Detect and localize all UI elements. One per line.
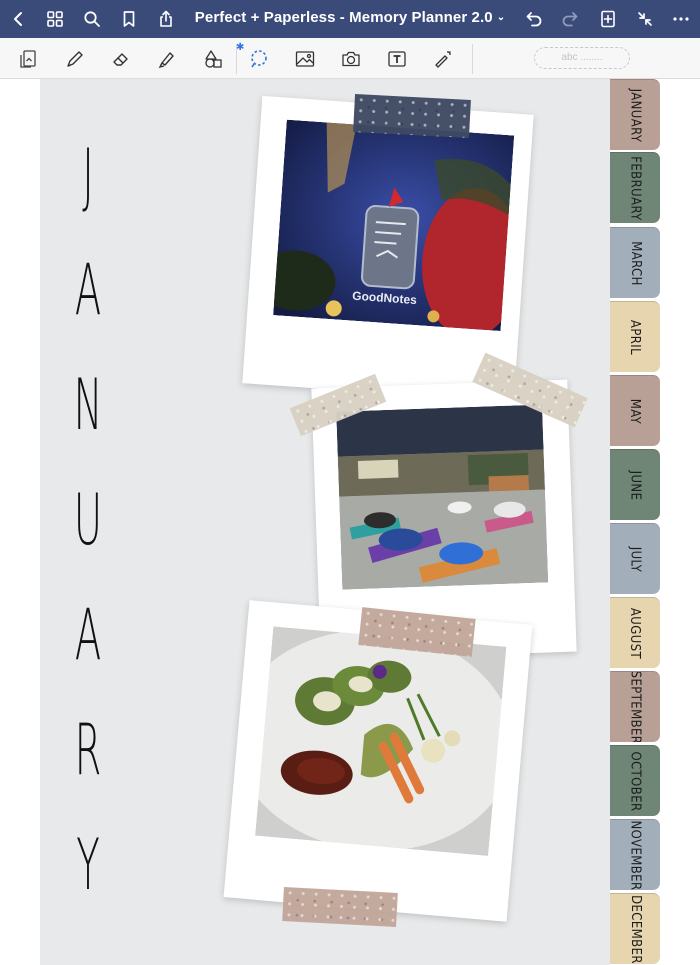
tab-label: SEPTEMBER — [627, 671, 643, 742]
read-only-toggle[interactable] — [16, 46, 42, 72]
image-icon — [295, 51, 315, 67]
tab-label: DECEMBER — [627, 894, 643, 964]
tab-may[interactable]: MAY — [610, 375, 660, 446]
tab-october[interactable]: OCTOBER — [610, 745, 660, 816]
tab-label: JUNE — [627, 470, 643, 500]
pen-tool[interactable] — [62, 46, 88, 72]
grid-icon — [47, 11, 63, 27]
pen-icon — [67, 51, 83, 67]
lasso-tool[interactable] — [246, 46, 272, 72]
goodnotes-sign-image: GoodNotes — [273, 119, 515, 332]
camera-tool[interactable] — [338, 46, 364, 72]
undo-icon — [526, 12, 542, 27]
eraser-tool[interactable] — [108, 46, 134, 72]
tab-label: AUGUST — [627, 607, 643, 659]
eraser-icon — [113, 53, 128, 66]
month-letter: U — [73, 479, 103, 561]
tab-label: MARCH — [627, 240, 643, 286]
back-button[interactable] — [6, 6, 32, 32]
chevron-left-icon — [14, 12, 22, 26]
top-navigation-bar: Perfect + Paperless - Memory Planner 2.0… — [0, 0, 700, 38]
search-icon — [84, 11, 100, 27]
handwriting-text-field[interactable]: abc ........ — [534, 47, 630, 69]
image-tool[interactable] — [292, 46, 318, 72]
document-title-text: Perfect + Paperless - Memory Planner 2.0 — [194, 9, 493, 26]
exit-fullscreen-button[interactable] — [632, 6, 658, 32]
tab-december[interactable]: DECEMBER — [610, 893, 660, 964]
washi-tape-pink-bottom — [282, 887, 398, 927]
tab-label: FEBRUARY — [627, 155, 643, 221]
month-title: J A N U A R Y — [74, 140, 103, 900]
month-letter: A — [74, 249, 102, 331]
food-plate-photo — [255, 626, 507, 856]
document-title-button[interactable]: Perfect + Paperless - Memory Planner 2.0… — [195, 9, 505, 26]
tab-label: NOVEMBER — [627, 820, 643, 890]
tab-june[interactable]: JUNE — [610, 449, 660, 520]
tab-november[interactable]: NOVEMBER — [610, 819, 660, 890]
polaroid-photo-3[interactable] — [223, 600, 533, 922]
canvas-margin-right — [660, 79, 700, 965]
highlighter-icon — [158, 52, 174, 69]
redo-icon — [562, 12, 578, 27]
collapse-icon — [638, 12, 652, 26]
month-tabs: JANUARY FEBRUARY MARCH APRIL MAY JUNE JU… — [610, 79, 660, 965]
laser-pointer-icon — [435, 51, 451, 68]
share-button[interactable] — [153, 6, 179, 32]
share-icon — [160, 10, 172, 27]
tab-label: JANUARY — [627, 88, 643, 142]
toolbar-divider — [472, 44, 473, 74]
tab-january[interactable]: JANUARY — [610, 79, 660, 150]
thumbnails-button[interactable] — [42, 6, 68, 32]
tab-february[interactable]: FEBRUARY — [610, 152, 660, 223]
highlighter-tool[interactable] — [154, 46, 180, 72]
add-page-icon — [601, 10, 615, 28]
lasso-icon — [251, 50, 267, 68]
tab-label: JULY — [627, 546, 643, 572]
canvas-margin-left — [0, 79, 40, 965]
tab-september[interactable]: SEPTEMBER — [610, 671, 660, 742]
month-letter: Y — [76, 824, 100, 906]
add-page-button[interactable] — [595, 6, 621, 32]
bookmark-icon — [123, 11, 135, 27]
shapes-icon — [205, 50, 222, 68]
more-icon — [673, 17, 689, 21]
bluetooth-icon: ✱ — [236, 42, 245, 53]
text-box-icon — [388, 51, 406, 67]
yoga-class-image — [336, 404, 549, 590]
month-letter: A — [74, 594, 102, 676]
text-tool[interactable] — [384, 46, 410, 72]
undo-button[interactable] — [521, 6, 547, 32]
tab-april[interactable]: APRIL — [610, 301, 660, 372]
chevron-down-icon: ⌄ — [496, 12, 506, 23]
laser-pointer-tool[interactable] — [430, 46, 456, 72]
goodnotes-sign-photo: GoodNotes — [273, 119, 515, 332]
shape-tool[interactable] — [200, 46, 226, 72]
tab-august[interactable]: AUGUST — [610, 597, 660, 668]
tab-march[interactable]: MARCH — [610, 227, 660, 298]
food-plate-image — [255, 626, 507, 856]
tab-july[interactable]: JULY — [610, 523, 660, 594]
tab-label: APRIL — [627, 319, 643, 355]
read-only-icon — [20, 50, 36, 68]
bookmark-button[interactable] — [116, 6, 142, 32]
tab-label: MAY — [627, 398, 643, 424]
camera-icon — [342, 51, 360, 67]
washi-tape-navy — [353, 93, 471, 139]
month-letter: J — [82, 134, 94, 216]
more-button[interactable] — [668, 6, 694, 32]
month-letter: R — [74, 709, 102, 791]
redo-button[interactable] — [557, 6, 583, 32]
month-letter: N — [73, 364, 103, 446]
search-button[interactable] — [79, 6, 105, 32]
tab-label: OCTOBER — [627, 750, 643, 812]
yoga-class-photo — [336, 404, 549, 590]
